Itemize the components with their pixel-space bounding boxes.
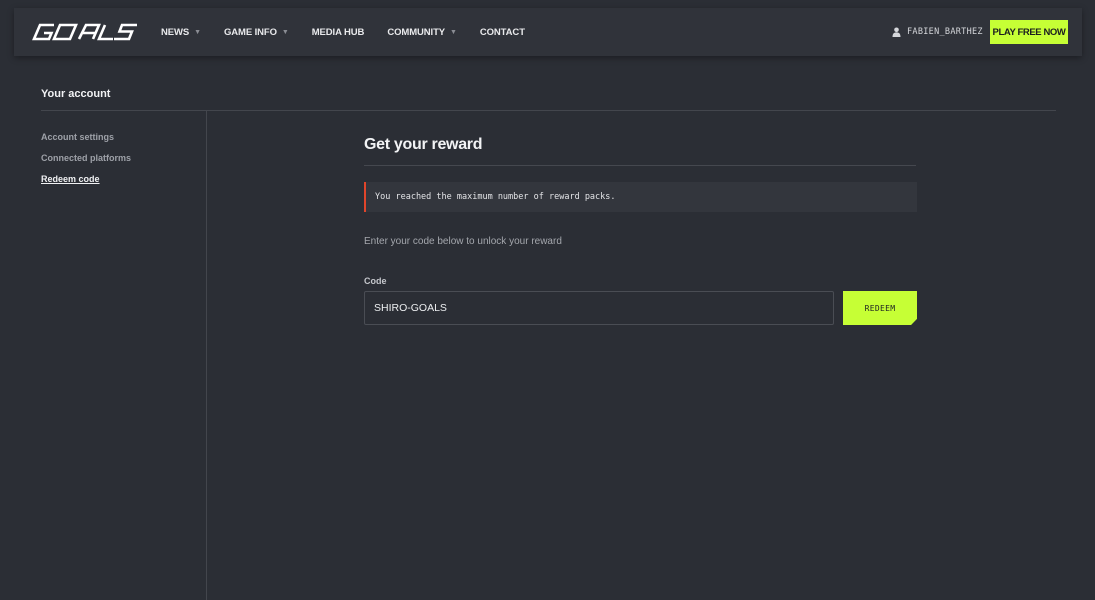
nav-media-hub[interactable]: MEDIA HUB	[312, 27, 365, 38]
main-nav: NEWS ▼ GAME INFO ▼ MEDIA HUB COMMUNITY ▼…	[161, 8, 548, 56]
nav-game-info-label: GAME INFO	[223, 26, 277, 38]
code-input[interactable]	[364, 291, 834, 325]
goals-logo-icon	[32, 23, 137, 41]
sidebar-divider	[206, 111, 207, 600]
nav-contact-label: CONTACT	[479, 26, 525, 38]
nav-media-hub-label: MEDIA HUB	[311, 26, 365, 38]
reward-divider	[364, 165, 916, 166]
sidebar-item-account-settings[interactable]: Account settings	[41, 132, 131, 142]
chevron-down-icon: ▼	[281, 28, 289, 36]
instruction-text: Enter your code below to unlock your rew…	[364, 236, 562, 247]
username: FABIEN_BARTHEZ	[907, 27, 983, 37]
nav-community[interactable]: COMMUNITY ▼	[387, 27, 457, 38]
nav-news[interactable]: NEWS ▼	[161, 27, 201, 38]
alert-message: You reached the maximum number of reward…	[375, 192, 616, 202]
nav-contact[interactable]: CONTACT	[480, 27, 525, 38]
sidebar-item-redeem-code[interactable]: Redeem code	[41, 174, 131, 184]
reward-title: Get your reward	[364, 136, 483, 153]
error-alert: You reached the maximum number of reward…	[364, 182, 917, 212]
sidebar-item-connected-platforms[interactable]: Connected platforms	[41, 153, 131, 163]
nav-community-label: COMMUNITY	[387, 26, 446, 38]
user-icon	[892, 27, 901, 37]
page-title: Your account	[41, 88, 111, 100]
chevron-down-icon: ▼	[450, 28, 457, 36]
header-divider	[41, 110, 1056, 111]
user-account-link[interactable]: FABIEN_BARTHEZ	[892, 8, 983, 56]
top-navbar: NEWS ▼ GAME INFO ▼ MEDIA HUB COMMUNITY ▼…	[14, 8, 1082, 56]
redeem-button-label: REDEEM	[864, 303, 896, 313]
code-label: Code	[364, 276, 387, 286]
play-free-now-button[interactable]: PLAY FREE NOW	[990, 20, 1068, 44]
goals-logo[interactable]	[32, 22, 140, 42]
nav-game-info[interactable]: GAME INFO ▼	[224, 27, 289, 38]
account-sidebar: Account settings Connected platforms Red…	[41, 132, 131, 195]
nav-news-label: NEWS	[161, 26, 190, 38]
redeem-button[interactable]: REDEEM	[843, 291, 917, 325]
chevron-down-icon: ▼	[194, 28, 201, 36]
